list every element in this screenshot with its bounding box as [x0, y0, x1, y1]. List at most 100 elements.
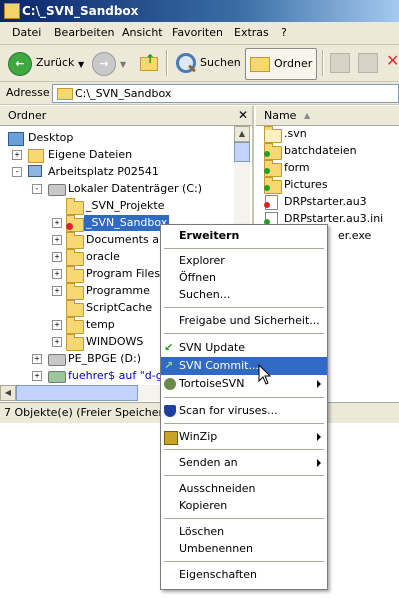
tree-label: fuehrer$ auf "d-ge [68, 369, 170, 382]
expand-icon[interactable]: + [12, 150, 22, 160]
menu-extras[interactable]: Extras [234, 26, 269, 39]
menu-item-svn-commit[interactable]: ↗ SVN Commit... [161, 357, 327, 375]
file-label: .svn [284, 127, 307, 140]
tortoise-icon [164, 378, 176, 390]
folder-icon [66, 317, 84, 334]
file-label: batchdateien [284, 144, 357, 157]
menu-item-scan-viruses[interactable]: Scan for viruses... [161, 402, 327, 420]
submenu-arrow-icon [317, 380, 321, 388]
expand-icon[interactable]: + [52, 337, 62, 347]
tree-label: Programme [86, 284, 150, 297]
menu-favoriten[interactable]: Favoriten [172, 26, 223, 39]
tree-label: temp [86, 318, 115, 331]
menu-item-label: Scan for viruses... [179, 404, 278, 417]
tree-label: _SVN_Sandbox [84, 215, 170, 231]
menu-item-label: Eigenschaften [179, 568, 257, 581]
expand-icon[interactable]: + [52, 320, 62, 330]
scroll-thumb[interactable] [16, 385, 138, 401]
folders-icon [250, 57, 270, 72]
collapse-icon[interactable]: - [12, 167, 22, 177]
menu-item-umbenennen[interactable]: Umbenennen [161, 540, 327, 558]
sort-ascending-icon: ▲ [304, 111, 311, 120]
expand-icon[interactable]: + [52, 252, 62, 262]
svn-normal-overlay-icon [264, 185, 270, 191]
menu-item-loeschen[interactable]: Löschen [161, 523, 327, 541]
folder-icon [4, 3, 20, 19]
folders-button[interactable]: Ordner [245, 48, 317, 80]
menu-item-label: SVN Commit... [179, 359, 259, 372]
delete-icon[interactable]: ✕ [386, 51, 399, 70]
svn-modified-overlay-icon [264, 202, 270, 208]
menu-item-label: TortoiseSVN [179, 377, 245, 390]
menu-bearbeiten[interactable]: Bearbeiten [54, 26, 114, 39]
search-label: Suchen [200, 56, 241, 69]
expand-icon[interactable]: + [52, 218, 62, 228]
mouse-cursor-icon [258, 364, 272, 385]
expand-icon[interactable]: + [52, 286, 62, 296]
file-label: Pictures [284, 178, 328, 191]
menu-item-label: Ausschneiden [179, 482, 256, 495]
context-menu: Erweitern Explorer Öffnen Suchen... Frei… [160, 224, 328, 590]
scroll-thumb[interactable] [234, 142, 250, 162]
folder-icon [264, 126, 282, 143]
menu-item-label: Erweitern [179, 229, 240, 242]
menu-item-freigabe[interactable]: Freigabe und Sicherheit... [161, 312, 327, 330]
folder-icon [66, 283, 84, 300]
menu-item-label: Löschen [179, 525, 225, 538]
menu-ansicht[interactable]: Ansicht [122, 26, 163, 39]
expand-icon[interactable]: + [32, 371, 42, 381]
menu-help[interactable]: ? [281, 26, 287, 39]
tree-label: Lokaler Datenträger (C:) [68, 182, 203, 195]
menu-bar: Datei Bearbeiten Ansicht Favoriten Extra… [0, 22, 399, 45]
menu-item-kopieren[interactable]: Kopieren [161, 497, 327, 515]
back-dropdown-icon[interactable]: ▼ [78, 60, 84, 69]
menu-item-winzip[interactable]: WinZip [161, 428, 327, 446]
folder-icon [66, 232, 84, 249]
tree-label: Desktop [28, 131, 74, 144]
up-folder-button[interactable]: ↑ [138, 51, 160, 75]
scroll-up-button[interactable]: ▲ [234, 126, 250, 142]
forward-dropdown-icon[interactable]: ▼ [120, 60, 126, 69]
title-bar[interactable]: C:\_SVN_Sandbox [0, 0, 399, 22]
tree-label: oracle [86, 250, 120, 263]
menu-item-label: SVN Update [179, 341, 246, 354]
menu-item-tortoisesvn[interactable]: TortoiseSVN [161, 375, 327, 393]
computer-icon [28, 165, 42, 177]
menu-item-label: Explorer [179, 254, 225, 267]
address-label: Adresse [6, 86, 50, 99]
expand-icon[interactable]: + [52, 235, 62, 245]
file-list-header[interactable]: Name ▲ [256, 106, 399, 126]
menu-item-label: Umbenennen [179, 542, 253, 555]
file-label: form [284, 161, 310, 174]
menu-item-ausschneiden[interactable]: Ausschneiden [161, 480, 327, 498]
menu-item-senden-an[interactable]: Senden an [161, 454, 327, 472]
tree-label: Program Files [86, 267, 161, 280]
folder-icon [66, 198, 84, 215]
move-to-button[interactable] [330, 53, 350, 73]
scroll-left-button[interactable]: ◀ [0, 385, 16, 401]
menu-item-eigenschaften[interactable]: Eigenschaften [161, 566, 327, 584]
forward-button[interactable]: → [92, 52, 116, 76]
menu-item-label: Senden an [179, 456, 238, 469]
submenu-arrow-icon [317, 459, 321, 467]
search-button[interactable]: Suchen [172, 48, 241, 78]
menu-datei[interactable]: Datei [12, 26, 41, 39]
expand-icon[interactable]: + [52, 269, 62, 279]
expand-icon[interactable]: + [32, 354, 42, 364]
collapse-icon[interactable]: - [32, 184, 42, 194]
menu-item-explorer[interactable]: Explorer [161, 252, 327, 270]
column-name[interactable]: Name [264, 106, 296, 125]
close-pane-icon[interactable]: ✕ [238, 106, 248, 125]
menu-item-svn-update[interactable]: ↙ SVN Update [161, 339, 327, 357]
back-button[interactable]: ← Zurück ▼ [4, 48, 86, 78]
address-input[interactable]: C:\_SVN_Sandbox [52, 84, 399, 103]
green-up-arrow-icon: ↑ [145, 52, 156, 66]
drive-icon [48, 184, 66, 196]
drive-icon [48, 354, 66, 366]
folder-icon [66, 334, 84, 351]
menu-item-erweitern[interactable]: Erweitern [161, 227, 327, 245]
svn-update-icon: ↙ [164, 341, 174, 354]
menu-item-oeffnen[interactable]: Öffnen [161, 269, 327, 287]
menu-item-suchen[interactable]: Suchen... [161, 286, 327, 304]
copy-to-button[interactable] [358, 53, 378, 73]
